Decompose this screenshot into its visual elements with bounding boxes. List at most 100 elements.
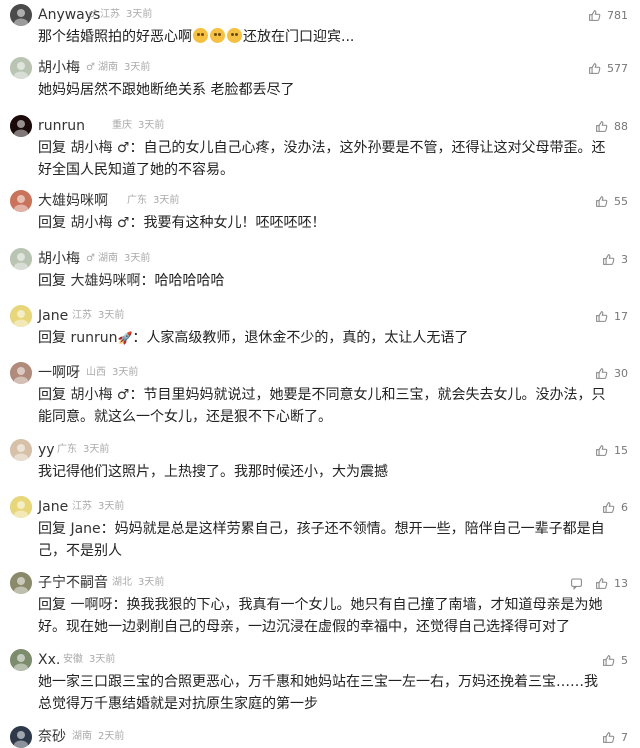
- like-count[interactable]: 5: [621, 654, 628, 667]
- like-count[interactable]: 13: [614, 577, 628, 590]
- comment-meta: 江苏3天前: [72, 305, 124, 327]
- comment-body: 妈妈就是总是这样劳累自己，孩子还不领情。想开一些，陪伴自己一辈子都是自己，不是别…: [38, 521, 605, 559]
- comment-body: 那个结婚照拍的好恶心啊: [38, 29, 192, 45]
- like-icon[interactable]: [595, 367, 608, 380]
- username[interactable]: Jane: [38, 305, 68, 327]
- avatar[interactable]: [10, 4, 32, 26]
- emoji-icon: [210, 28, 225, 43]
- emoji-icon: [193, 28, 208, 43]
- like-icon[interactable]: [595, 120, 608, 133]
- gender-icon: ♂: [86, 253, 95, 264]
- comment-text: 回复 Jane：妈妈就是总是这样劳累自己，孩子还不领情。想开一些，陪伴自己一辈子…: [38, 518, 610, 562]
- avatar[interactable]: [10, 57, 32, 79]
- comment-text: 回复 runrun🚀：人家高级教师，退休金不少的，真的，太让人无语了: [38, 327, 610, 349]
- username[interactable]: 子宁不嗣音: [38, 572, 108, 594]
- like-icon[interactable]: [602, 731, 615, 744]
- avatar[interactable]: [10, 496, 32, 518]
- comment-meta: 湖北3天前: [112, 572, 164, 594]
- like-count[interactable]: 55: [614, 195, 628, 208]
- comment-meta: ♂江苏3天前: [88, 4, 152, 26]
- like-icon[interactable]: [602, 253, 615, 266]
- timestamp: 3天前: [89, 654, 115, 665]
- avatar[interactable]: [10, 439, 32, 461]
- username[interactable]: Jane: [38, 496, 68, 518]
- username[interactable]: 奈砂: [38, 726, 66, 748]
- comment-body: 人家高级教师，退休金不少的，真的，太让人无语了: [146, 330, 468, 346]
- comment-text: 她一家三口跟三宝的合照更恶心，万千惠和她妈站在三宝一左一右，万妈还挽着三宝……我…: [38, 671, 610, 715]
- reply-target[interactable]: Jane: [70, 521, 100, 537]
- timestamp: 3天前: [112, 367, 138, 378]
- reply-icon[interactable]: [570, 577, 589, 590]
- location: 江苏: [72, 501, 92, 512]
- username[interactable]: 一啊呀: [38, 362, 80, 384]
- comment-body-suffix: 还放在门口迎宾...: [243, 29, 354, 45]
- reply-prefix: 回复: [38, 387, 66, 403]
- location: 安徽: [63, 654, 83, 665]
- comment-meta: 湖南 2天前: [72, 726, 124, 748]
- comment-meta: ♂湖南3天前: [86, 248, 150, 270]
- username[interactable]: runrun: [38, 115, 85, 137]
- reply-prefix: 回复: [38, 597, 66, 613]
- avatar[interactable]: [10, 362, 32, 384]
- avatar[interactable]: [10, 190, 32, 212]
- reply-target[interactable]: 大雄妈咪啊: [70, 273, 140, 289]
- timestamp: 3天前: [98, 310, 124, 321]
- comment-text: 那个结婚照拍的好恶心啊 还放在门口迎宾...: [38, 26, 610, 48]
- avatar[interactable]: [10, 649, 32, 671]
- comment-text: 回复 大雄妈咪啊：哈哈哈哈哈: [38, 270, 610, 292]
- username[interactable]: Xx.: [38, 649, 60, 671]
- location: 广东: [127, 195, 147, 206]
- timestamp: 2天前: [98, 731, 124, 742]
- reply-target[interactable]: 胡小梅 ♂: [70, 387, 129, 403]
- like-icon[interactable]: [595, 310, 608, 323]
- like-count[interactable]: 6: [621, 501, 628, 514]
- like-icon[interactable]: [595, 195, 608, 208]
- comment-body: 她一家三口跟三宝的合照更恶心，万千惠和她妈站在三宝一左一右，万妈还挽着三宝……我…: [38, 674, 598, 712]
- location: 湖北: [112, 577, 132, 588]
- like-count[interactable]: 7: [621, 731, 628, 744]
- username[interactable]: 胡小梅: [38, 248, 80, 270]
- like-count[interactable]: 577: [607, 62, 628, 75]
- reply-prefix: 回复: [38, 140, 66, 156]
- timestamp: 3天前: [98, 501, 124, 512]
- comment-meta: 山西 3天前: [86, 362, 138, 384]
- like-count[interactable]: 30: [614, 367, 628, 380]
- comment-body: 她妈妈居然不跟她断绝关系 老脸都丢尽了: [38, 82, 294, 98]
- username[interactable]: yy: [38, 439, 55, 461]
- gender-icon: ♂: [88, 9, 97, 20]
- avatar[interactable]: [10, 248, 32, 270]
- comment-text: 回复 胡小梅 ♂：节目里妈妈就说过，她要是不同意女儿和三宝，就会失去女儿。没办法…: [38, 384, 610, 428]
- username[interactable]: 胡小梅: [38, 57, 80, 79]
- like-icon[interactable]: [588, 62, 601, 75]
- like-icon[interactable]: [595, 577, 608, 590]
- like-count[interactable]: 88: [614, 120, 628, 133]
- avatar[interactable]: [10, 726, 32, 748]
- reply-prefix: 回复: [38, 521, 66, 537]
- like-count[interactable]: 781: [607, 9, 628, 22]
- reply-target[interactable]: 胡小梅 ♂: [70, 215, 129, 231]
- avatar[interactable]: [10, 305, 32, 327]
- reply-target[interactable]: 一啊呀: [70, 597, 112, 613]
- avatar[interactable]: [10, 572, 32, 594]
- like-count[interactable]: 17: [614, 310, 628, 323]
- comment-body: 换我我狠的下心，我真有一个女儿。她只有自己撞了南墙，才知道母亲是为她好。现在她一…: [38, 597, 602, 635]
- like-count[interactable]: 3: [621, 253, 628, 266]
- location: 山西: [86, 367, 106, 378]
- like-icon[interactable]: [595, 444, 608, 457]
- timestamp: 3天前: [124, 62, 150, 73]
- reply-target[interactable]: runrun: [70, 330, 117, 346]
- like-icon[interactable]: [588, 9, 601, 22]
- rocket-icon: 🚀: [117, 331, 132, 345]
- timestamp: 3天前: [124, 253, 150, 264]
- username[interactable]: 大雄妈咪啊: [38, 190, 108, 212]
- comment-text: 回复 一啊呀：换我我狠的下心，我真有一个女儿。她只有自己撞了南墙，才知道母亲是为…: [38, 594, 610, 638]
- like-icon[interactable]: [602, 501, 615, 514]
- reply-target[interactable]: 胡小梅 ♂: [70, 140, 129, 156]
- comment-text: 回复 胡小梅 ♂：我要有这种女儿！呸呸呸呸！: [38, 212, 610, 234]
- reply-prefix: 回复: [38, 273, 66, 289]
- like-count[interactable]: 15: [614, 444, 628, 457]
- like-icon[interactable]: [602, 654, 615, 667]
- location: 湖南: [72, 731, 92, 742]
- avatar[interactable]: [10, 115, 32, 137]
- comment-body: 我记得他们这照片，上热搜了。我那时候还小，大为震撼: [38, 464, 388, 480]
